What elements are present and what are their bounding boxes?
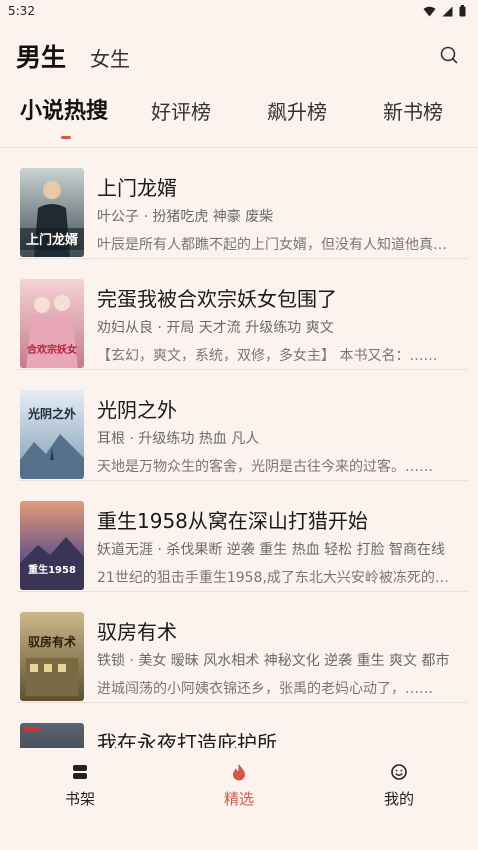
book-description: 叶辰是所有人都瞧不起的上门女婿，但没有人知道他真实的身份……	[97, 237, 451, 253]
book-cover: 驭房有术	[20, 612, 84, 701]
smile-icon	[391, 764, 407, 780]
bottom-navigation: 书架 精选 我的	[0, 748, 478, 850]
book-item[interactable]: 我在永夜打造庇护所	[0, 703, 478, 748]
book-cover: 上门龙婿	[20, 168, 84, 257]
nav-label: 书架	[64, 790, 95, 808]
search-icon[interactable]	[438, 44, 460, 66]
battery-icon	[459, 5, 466, 17]
book-item[interactable]: 光阴之外 光阴之外 耳根 · 升级练功 热血 凡人 天地是万物众生的客舍，光阴是…	[0, 370, 478, 481]
signal-icon	[442, 6, 453, 16]
wifi-icon	[423, 6, 436, 16]
book-item[interactable]: 重生1958 重生1958从窝在深山打猎开始 妖道无涯 · 杀伐果断 逆袭 重生…	[0, 481, 478, 592]
cover-text: 光阴之外	[27, 406, 76, 421]
tab-hot-search[interactable]: 小说热搜	[20, 93, 108, 125]
nav-label: 精选	[223, 790, 254, 808]
cover-text: 合欢宗妖女	[26, 343, 77, 356]
nav-bookshelf[interactable]: 书架	[30, 762, 130, 809]
flame-icon	[233, 764, 245, 781]
book-meta: 铁锁 · 美女 暧昧 风水相术 神秘文化 逆袭 重生 爽文 都市	[97, 653, 450, 669]
ranking-tabs: 小说热搜 好评榜 飙升榜 新书榜	[0, 88, 478, 140]
tab-new-books[interactable]: 新书榜	[383, 96, 443, 125]
tab-good-reviews[interactable]: 好评榜	[151, 96, 211, 125]
gender-female-tab[interactable]: 女生	[90, 43, 130, 72]
book-meta: 妖道无涯 · 杀伐果断 逆袭 重生 热血 轻松 打脸 智商在线	[97, 542, 446, 558]
book-cover	[20, 723, 84, 748]
book-meta: 叶公子 · 扮猪吃虎 神豪 废柴	[97, 209, 274, 225]
book-cover: 合欢宗妖女	[20, 279, 84, 368]
book-item[interactable]: 驭房有术 驭房有术 铁锁 · 美女 暧昧 风水相术 神秘文化 逆袭 重生 爽文 …	[0, 592, 478, 703]
cover-text: 上门龙婿	[26, 232, 79, 248]
gender-switch: 男生 女生	[16, 38, 130, 74]
nav-profile[interactable]: 我的	[349, 762, 449, 809]
status-icons	[423, 5, 466, 17]
book-description: 进城闯荡的小阿姨衣锦还乡，张禹的老妈心动了，……	[97, 681, 433, 697]
tab-indicator	[61, 136, 71, 139]
book-item[interactable]: 上门龙婿 上门龙婿 叶公子 · 扮猪吃虎 神豪 废柴 叶辰是所有人都瞧不起的上门…	[0, 148, 478, 259]
book-title: 我在永夜打造庇护所	[97, 731, 277, 748]
book-item[interactable]: 合欢宗妖女 完蛋我被合欢宗妖女包围了 劝妇从良 · 开局 天才流 升级练功 爽文…	[0, 259, 478, 370]
cover-text: 驭房有术	[28, 634, 76, 649]
book-list: 上门龙婿 上门龙婿 叶公子 · 扮猪吃虎 神豪 废柴 叶辰是所有人都瞧不起的上门…	[0, 148, 478, 748]
book-cover: 重生1958	[20, 501, 84, 590]
nav-featured[interactable]: 精选	[189, 762, 289, 809]
tab-rising[interactable]: 飙升榜	[267, 96, 327, 125]
nav-label: 我的	[383, 790, 414, 808]
book-cover: 光阴之外	[20, 390, 84, 479]
book-meta: 劝妇从良 · 开局 天才流 升级练功 爽文	[97, 320, 334, 336]
status-bar: 5:32	[0, 0, 478, 22]
book-title: 光阴之外	[97, 398, 177, 422]
bookshelf-icon	[73, 765, 87, 779]
status-time: 5:32	[8, 4, 35, 18]
book-title: 重生1958从窝在深山打猎开始	[97, 509, 368, 533]
book-description: 21世纪的狙击手重生1958,成了东北大兴安岭被冻死的……	[97, 570, 451, 586]
gender-male-tab[interactable]: 男生	[16, 38, 66, 74]
book-meta: 耳根 · 升级练功 热血 凡人	[97, 431, 260, 447]
book-title: 上门龙婿	[97, 176, 177, 200]
book-description: 天地是万物众生的客舍，光阴是古往今来的过客。……	[97, 459, 433, 475]
book-title: 驭房有术	[97, 620, 177, 644]
book-title: 完蛋我被合欢宗妖女包围了	[97, 287, 337, 311]
cover-text: 重生1958	[28, 563, 76, 576]
book-description: 【玄幻，爽文，系统，双修，多女主】 本书又名：……	[97, 348, 438, 364]
